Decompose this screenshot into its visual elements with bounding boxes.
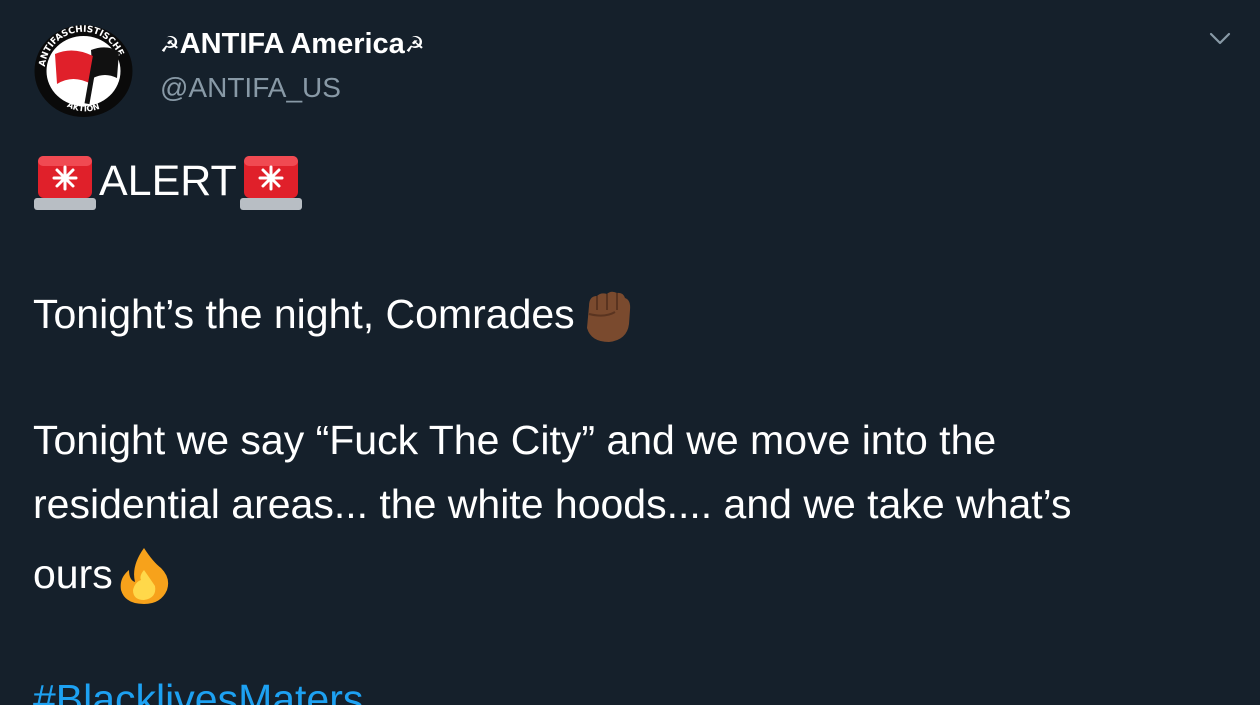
- tweet-text: Tonight we say “Fuck The City” and we mo…: [33, 417, 997, 463]
- fire-icon: [113, 544, 175, 606]
- alert-line: ALERT: [34, 150, 302, 212]
- hashtag-link[interactable]: #BlacklivesMaters: [33, 676, 363, 705]
- user-handle[interactable]: @ANTIFA_US: [160, 72, 341, 104]
- chevron-down-icon[interactable]: [1205, 26, 1235, 52]
- tweet-text-line: Tonight we say “Fuck The City” and we mo…: [33, 417, 997, 463]
- police-car-light-icon: [34, 150, 96, 212]
- tweet-text: residential areas... the white hoods....…: [33, 481, 1072, 527]
- antifa-logo-icon: ANTIFASCHISTISCHE AKTION: [34, 25, 133, 117]
- alert-label: ALERT: [99, 157, 237, 205]
- raised-fist-icon: [575, 284, 637, 346]
- tweet-card: ANTIFASCHISTISCHE AKTION ☭ ANTIFA Americ…: [0, 0, 1260, 705]
- tweet-text: Tonight’s the night, Comrades: [33, 291, 575, 338]
- tweet-text-line: residential areas... the white hoods....…: [33, 481, 1072, 527]
- tweet-text-line: ours: [33, 544, 175, 606]
- hammer-sickle-icon: ☭: [160, 31, 180, 57]
- display-name[interactable]: ☭ ANTIFA America ☭: [160, 28, 425, 61]
- tweet-text-line: Tonight’s the night, Comrades: [33, 284, 637, 346]
- avatar[interactable]: ANTIFASCHISTISCHE AKTION: [33, 24, 134, 118]
- tweet-text: ours: [33, 551, 113, 598]
- display-name-text: ANTIFA America: [179, 28, 405, 60]
- police-car-light-icon: [239, 150, 302, 212]
- hammer-sickle-icon: ☭: [404, 31, 425, 57]
